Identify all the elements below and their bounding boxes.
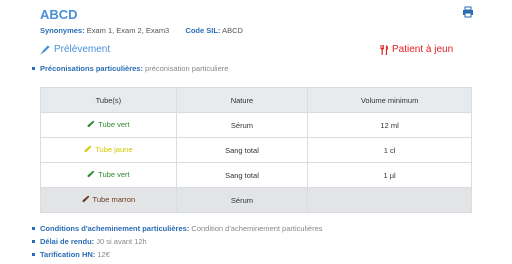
tarif-value: 12€ [97, 250, 110, 259]
conditions-item: Conditions d'acheminement particulières:… [32, 224, 323, 233]
syringe-icon [40, 44, 50, 54]
preconisations-item: Préconisations particulières: préconisat… [32, 64, 228, 73]
delai-value: J0 si avant 12h [96, 237, 147, 246]
delai-item: Délai de rendu: J0 si avant 12h [32, 237, 147, 246]
print-icon[interactable] [462, 6, 474, 18]
fasting-label: Patient à jeun [392, 44, 454, 55]
table-row: Tube vert Sérum 12 ml [40, 112, 472, 138]
tubes-table: Tube(s) Nature Volume minimum Tube vert … [40, 87, 472, 213]
conditions-value: Condition d'acheminement particulières [191, 224, 323, 233]
test-tube-icon [87, 120, 95, 128]
table-header-row: Tube(s) Nature Volume minimum [40, 87, 472, 113]
synonyms-row: Synonymes: Exam 1, Exam 2, Exam3 Code SI… [40, 26, 243, 35]
tube-name: Tube vert [98, 169, 130, 179]
fasting-indicator: Patient à jeun [380, 44, 453, 55]
tube-cell: Tube jaune [40, 137, 177, 163]
tube-cell: Tube marron [40, 187, 177, 213]
table-row: Tube jaune Sang total 1 cl [40, 137, 472, 163]
table-row: Tube vert Sang total 1 µl [40, 162, 472, 188]
prelevement-heading: Prélèvement [40, 44, 110, 55]
volume-cell [307, 187, 472, 213]
test-tube-icon [84, 145, 92, 153]
tube-cell: Tube vert [40, 162, 177, 188]
page-title: ABCD [40, 7, 78, 22]
synonymes-label: Synonymes: [40, 26, 85, 35]
prelevement-label: Prélèvement [54, 44, 111, 55]
volume-cell: 1 µl [307, 162, 472, 188]
preconisations-label: Préconisations particulières: [40, 64, 143, 73]
preconisations-value: préconisation particuliere [145, 64, 229, 73]
tube-name: Tube jaune [95, 144, 133, 154]
tube-cell: Tube vert [40, 112, 177, 138]
tarif-label: Tarification HN: [40, 250, 96, 259]
volume-cell: 1 cl [307, 137, 472, 163]
table-row: Tube marron Sérum [40, 187, 472, 213]
test-tube-icon [81, 195, 89, 203]
nature-cell: Sérum [175, 187, 309, 213]
conditions-label: Conditions d'acheminement particulières: [40, 224, 190, 233]
utensils-icon [380, 44, 388, 55]
column-header-nature: Nature [175, 87, 309, 113]
tube-name: Tube vert [98, 119, 130, 129]
nature-cell: Sérum [175, 112, 309, 138]
code-sil-value: ABCD [222, 26, 243, 35]
volume-cell: 12 ml [307, 112, 472, 138]
delai-label: Délai de rendu: [40, 237, 95, 246]
tarif-item: Tarification HN: 12€ [32, 250, 110, 259]
tube-name: Tube marron [92, 194, 136, 204]
nature-cell: Sang total [175, 162, 309, 188]
synonymes-value: Exam 1, Exam 2, Exam3 [86, 26, 170, 35]
test-tube-icon [87, 170, 95, 178]
nature-cell: Sang total [175, 137, 309, 163]
column-header-volume: Volume minimum [307, 87, 472, 113]
column-header-tubes: Tube(s) [40, 87, 177, 113]
code-sil-label: Code SIL: [185, 26, 221, 35]
